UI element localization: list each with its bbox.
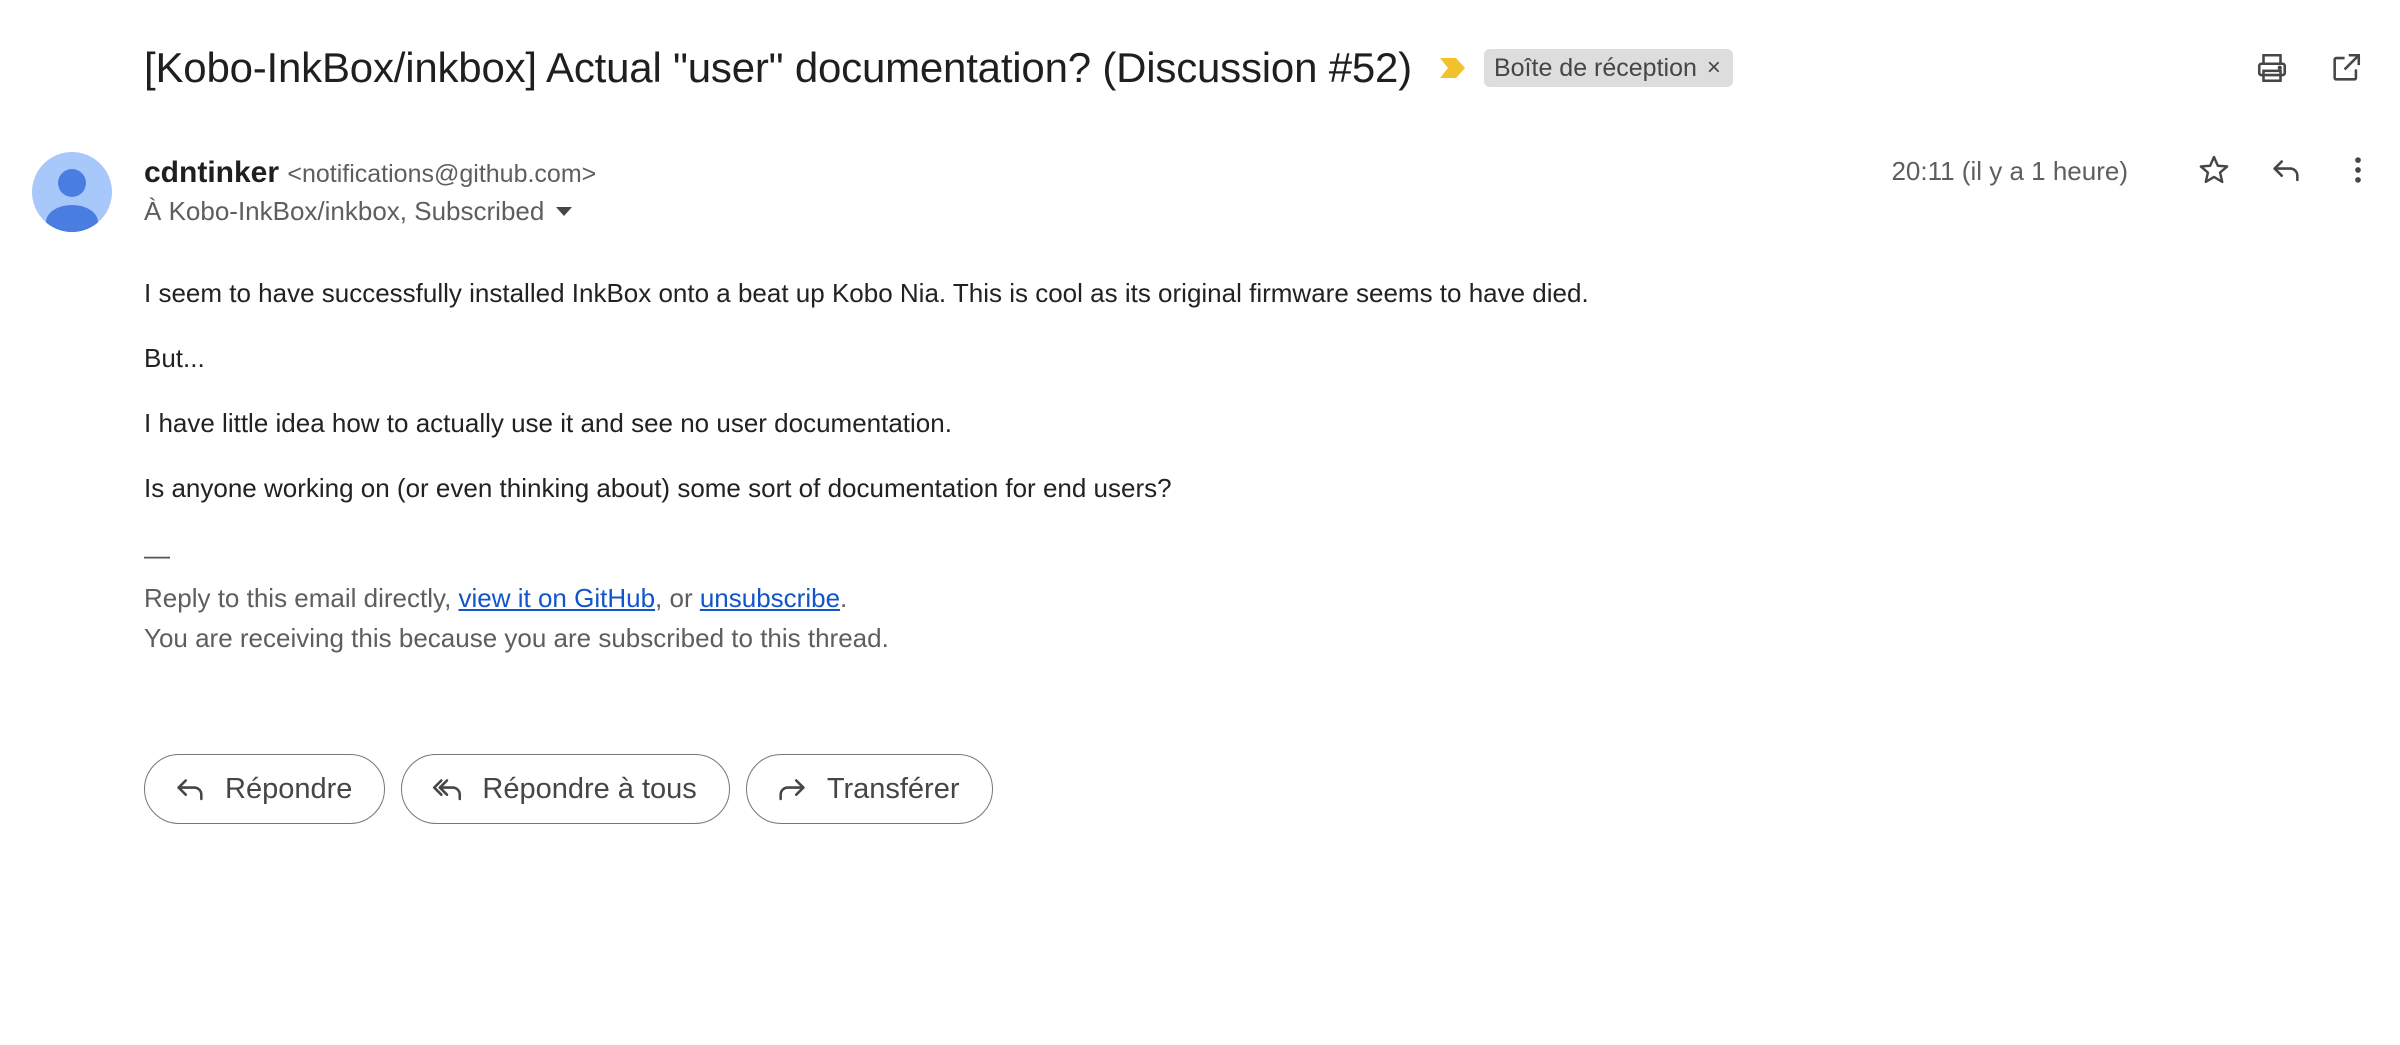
- sender-line: cdntinker <notifications@github.com>: [144, 156, 596, 190]
- star-icon: [2199, 155, 2229, 184]
- view-on-github-link[interactable]: view it on GitHub: [459, 583, 656, 613]
- sender-avatar[interactable]: [32, 152, 112, 232]
- inbox-label-chip[interactable]: Boîte de réception ×: [1483, 49, 1733, 87]
- unsubscribe-link[interactable]: unsubscribe: [700, 583, 840, 613]
- message-timestamp: 20:11 (il y a 1 heure): [1891, 156, 2128, 186]
- signature-separator: —: [144, 540, 170, 570]
- forward-button-label: Transférer: [826, 772, 960, 805]
- forward-button[interactable]: Transférer: [745, 754, 993, 824]
- subject-row: [Kobo-InkBox/inkbox] Actual "user" docum…: [144, 36, 1733, 100]
- email-footer: Reply to this email directly, view it on…: [144, 578, 889, 658]
- more-vert-icon: [2355, 157, 2361, 183]
- footer-line-2: You are receiving this because you are s…: [144, 623, 889, 653]
- inbox-label-text: Boîte de réception: [1493, 53, 1697, 82]
- open-in-new-window-button[interactable]: [2326, 48, 2366, 88]
- body-paragraph: I have little idea how to actually use i…: [144, 408, 952, 438]
- thread-actions: [2252, 48, 2366, 88]
- forward-icon: [779, 779, 805, 801]
- sender-email: <notifications@github.com>: [287, 160, 597, 188]
- reply-all-icon: [433, 779, 462, 801]
- more-options-button[interactable]: [2338, 150, 2378, 190]
- recipients-text: À Kobo-InkBox/inkbox, Subscribed: [144, 196, 545, 226]
- body-paragraph: Is anyone working on (or even thinking a…: [144, 473, 1172, 503]
- body-paragraph: I seem to have successfully installed In…: [144, 278, 1589, 308]
- reply-button-label: Répondre: [225, 772, 353, 805]
- importance-marker-icon[interactable]: [1438, 57, 1466, 79]
- remove-label-button[interactable]: ×: [1707, 54, 1721, 82]
- star-button[interactable]: [2194, 150, 2234, 190]
- email-body: I seem to have successfully installed In…: [144, 278, 2144, 538]
- reply-button-bottom[interactable]: Répondre: [144, 754, 386, 824]
- reply-icon: [2273, 160, 2299, 182]
- reply-all-button[interactable]: Répondre à tous: [401, 754, 730, 824]
- footer-text: .: [840, 583, 848, 613]
- reply-icon: [177, 779, 203, 801]
- reply-actions: Répondre Répondre à tous Transférer: [144, 754, 993, 824]
- body-paragraph: But...: [144, 343, 205, 373]
- message-actions: [2194, 150, 2378, 190]
- footer-text: Reply to this email directly,: [144, 583, 459, 613]
- person-icon: [46, 169, 98, 232]
- sender-name[interactable]: cdntinker: [144, 156, 279, 189]
- footer-line-1: Reply to this email directly, view it on…: [144, 578, 889, 618]
- footer-text: , or: [655, 583, 700, 613]
- recipients-line: À Kobo-InkBox/inkbox, Subscribed: [144, 196, 573, 227]
- print-button[interactable]: [2252, 48, 2292, 88]
- print-icon: [2257, 53, 2287, 83]
- open-in-new-window-icon: [2333, 53, 2361, 81]
- reply-button[interactable]: [2266, 150, 2306, 190]
- reply-all-button-label: Répondre à tous: [482, 772, 697, 805]
- show-details-chevron-down-icon[interactable]: [556, 207, 573, 216]
- email-subject: [Kobo-InkBox/inkbox] Actual "user" docum…: [144, 44, 1412, 91]
